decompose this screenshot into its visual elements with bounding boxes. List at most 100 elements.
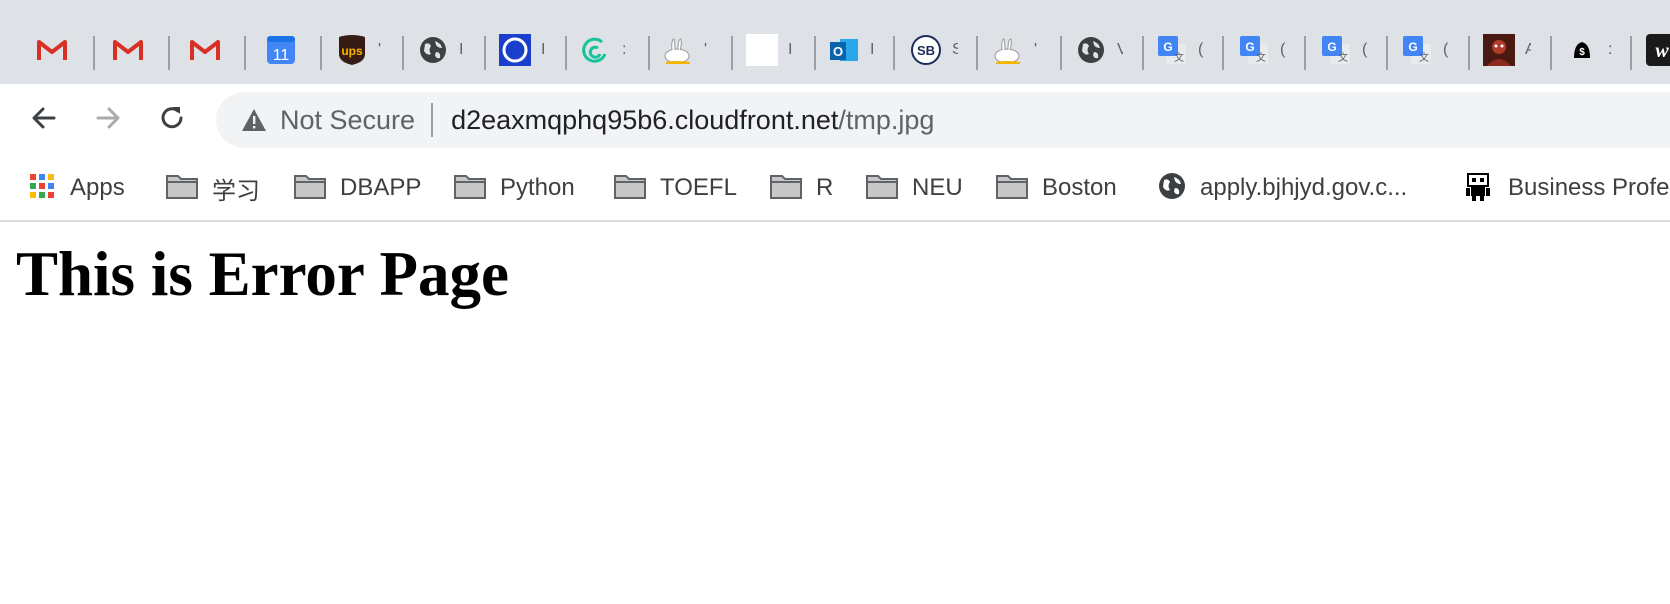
- bookmark-folder-neu[interactable]: NEU: [866, 170, 963, 206]
- tab-grammarly[interactable]: :: [580, 32, 628, 68]
- tab-game[interactable]: A: [1483, 32, 1531, 68]
- tab-title-fragment: V: [1117, 41, 1123, 58]
- blank-page-icon: [746, 34, 778, 66]
- tab-blue-circle[interactable]: I: [499, 32, 547, 68]
- tab-gmail-1[interactable]: [36, 32, 68, 68]
- blue-circle-icon: [499, 34, 531, 66]
- tab-separator: [565, 36, 567, 70]
- tab-globe-2[interactable]: V: [1075, 32, 1123, 68]
- bookmark-folder-r[interactable]: R: [770, 170, 833, 206]
- sb-icon: SB: [910, 34, 942, 66]
- tab-blank[interactable]: I: [746, 32, 794, 68]
- robot-icon: [1462, 170, 1494, 207]
- bookmark-label: Boston: [1042, 174, 1117, 201]
- address-bar[interactable]: Not Secure d2eaxmqphq95b6.cloudfront.net…: [216, 92, 1670, 148]
- bookmarks-bar: Apps 学习 DBAPP Python TOEFL R NEU Boston …: [0, 156, 1670, 222]
- bookmark-label: Python: [500, 174, 575, 201]
- google-translate-icon: G文: [1238, 34, 1270, 66]
- address-divider: [431, 103, 434, 137]
- tab-dollar[interactable]: $ :: [1566, 32, 1614, 68]
- tab-sb[interactable]: SB S: [910, 32, 958, 68]
- game-thumbnail-icon: [1483, 34, 1515, 66]
- folder-icon: [996, 173, 1028, 204]
- svg-text:$: $: [1579, 47, 1585, 58]
- grammarly-icon: [580, 34, 612, 66]
- tab-separator: [168, 36, 170, 70]
- folder-icon: [166, 173, 198, 204]
- tab-strip: 11 ups ' I I : ' I O I SB S ' V G 文 (G …: [0, 0, 1670, 84]
- tab-title-fragment: (: [1443, 41, 1449, 58]
- tab-translate-3[interactable]: G文 (: [1320, 32, 1368, 68]
- bookmark-folder-toefl[interactable]: TOEFL: [614, 170, 737, 206]
- svg-text:文: 文: [1419, 51, 1429, 64]
- reload-button[interactable]: [154, 102, 190, 138]
- tab-outlook[interactable]: O I: [828, 32, 876, 68]
- tab-translate-2[interactable]: G文 (: [1238, 32, 1286, 68]
- page-title: This is Error Page: [16, 239, 509, 309]
- tab-title-fragment: A: [1525, 41, 1531, 58]
- folder-icon: [454, 173, 486, 204]
- w-logo-text: w: [1655, 40, 1669, 62]
- tab-title-fragment: :: [622, 41, 627, 58]
- google-translate-icon: G文: [1401, 34, 1433, 66]
- tab-globe-1[interactable]: I: [417, 32, 465, 68]
- warning-triangle-icon[interactable]: [240, 106, 268, 134]
- bookmark-label: Apps: [70, 174, 125, 201]
- bookmark-apply-bjhjyd[interactable]: apply.bjhjyd.gov.c...: [1158, 170, 1407, 206]
- apps-grid-icon: [28, 172, 56, 205]
- tab-separator: [976, 36, 978, 70]
- bookmark-apps[interactable]: Apps: [28, 170, 125, 206]
- tab-separator: [893, 36, 895, 70]
- ups-icon: ups: [336, 34, 368, 66]
- outlook-icon: O: [828, 34, 860, 66]
- forward-button[interactable]: [90, 102, 126, 138]
- sb-logo-text: SB: [917, 43, 935, 58]
- tab-separator: [731, 36, 733, 70]
- gmail-icon: [189, 34, 221, 66]
- tab-title-fragment: (: [1198, 41, 1204, 58]
- tab-rabbit-2[interactable]: ': [992, 32, 1040, 68]
- tab-separator: [484, 36, 486, 70]
- tab-gmail-3[interactable]: [189, 32, 221, 68]
- bookmark-folder-dbapp[interactable]: DBAPP: [294, 170, 421, 206]
- bookmark-folder-python[interactable]: Python: [454, 170, 575, 206]
- folder-icon: [294, 173, 326, 204]
- folder-icon: [770, 173, 802, 204]
- tab-translate-4[interactable]: G文 (: [1401, 32, 1449, 68]
- tab-w-logo[interactable]: w: [1646, 32, 1670, 68]
- tab-title-fragment: I: [541, 41, 546, 58]
- bookmark-label: DBAPP: [340, 174, 422, 201]
- page-content: This is Error Page: [0, 222, 1670, 604]
- gmail-icon: [112, 34, 144, 66]
- back-button[interactable]: [26, 102, 62, 138]
- bookmark-folder-boston[interactable]: Boston: [996, 170, 1117, 206]
- tab-title-fragment: ': [704, 41, 708, 58]
- svg-text:文: 文: [1338, 51, 1348, 64]
- url-host: d2eaxmqphq95b6.cloudfront.net: [451, 104, 839, 135]
- svg-text:O: O: [833, 44, 843, 59]
- svg-text:G: G: [1163, 40, 1172, 54]
- tab-separator: [1222, 36, 1224, 70]
- bookmark-label: Business Profe: [1508, 174, 1670, 201]
- globe-icon: [417, 34, 449, 66]
- rabbit-icon: [992, 34, 1024, 66]
- tab-separator: [1630, 36, 1632, 70]
- bookmark-business-profile[interactable]: Business Profe: [1462, 170, 1669, 206]
- tab-rabbit-1[interactable]: ': [662, 32, 710, 68]
- tab-ups[interactable]: ups ': [336, 32, 384, 68]
- tab-title-fragment: (: [1280, 41, 1286, 58]
- security-status-label[interactable]: Not Secure: [280, 105, 415, 136]
- globe-icon: [1075, 34, 1107, 66]
- tab-separator: [648, 36, 650, 70]
- bookmark-label: R: [816, 174, 834, 201]
- svg-text:G: G: [1327, 40, 1336, 54]
- bookmark-folder-study[interactable]: 学习: [166, 170, 260, 206]
- tab-translate-1[interactable]: G文 (: [1156, 32, 1204, 68]
- w-logo-icon: w: [1646, 34, 1670, 66]
- tab-calendar[interactable]: 11: [265, 32, 297, 68]
- tab-separator: [1386, 36, 1388, 70]
- tab-gmail-2[interactable]: [112, 32, 144, 68]
- ups-logo-text: ups: [341, 44, 363, 58]
- calendar-icon: 11: [265, 34, 297, 66]
- tab-separator: [1550, 36, 1552, 70]
